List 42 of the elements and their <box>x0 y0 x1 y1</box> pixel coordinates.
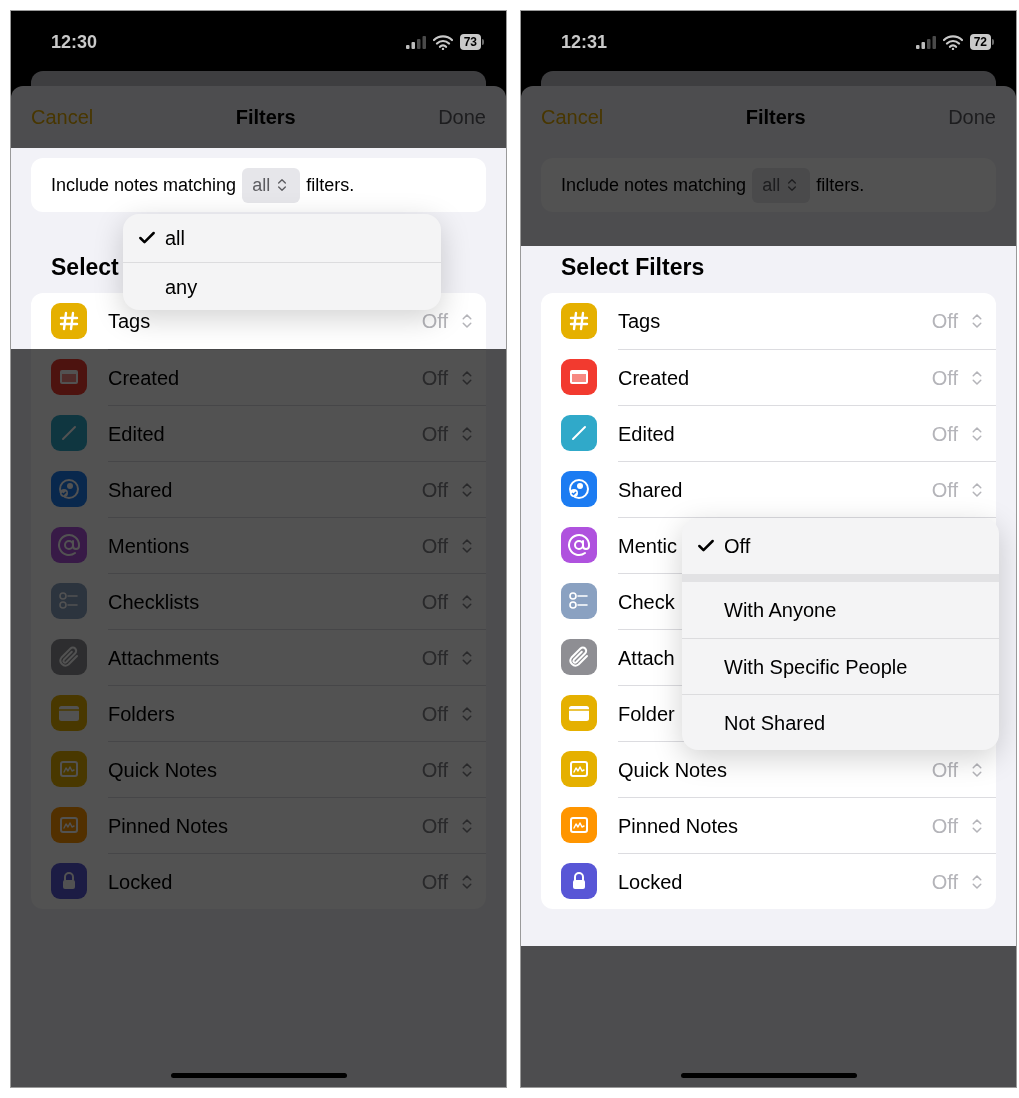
filter-label: Quick Notes <box>618 757 727 783</box>
status-time: 12:30 <box>51 30 98 54</box>
filter-label: Tags <box>108 309 151 334</box>
filter-label: Created <box>618 365 690 391</box>
filter-label: Locked <box>618 869 683 895</box>
filter-value: Off <box>931 309 958 334</box>
match-label: Include notes matching <box>51 173 237 197</box>
filter-value: Off <box>931 365 958 391</box>
filter-label: Check <box>618 589 675 615</box>
status-time: 12:31 <box>561 30 608 54</box>
match-label: Include notes matching <box>561 173 747 197</box>
match-label: filters. <box>306 173 355 197</box>
section-heading: Select Filters <box>561 254 705 280</box>
filter-value: Off <box>931 421 958 447</box>
battery-indicator: 73 <box>459 34 481 50</box>
filter-label: Shared <box>618 477 683 503</box>
filter-label: Created <box>108 365 180 391</box>
filter-value: Off <box>931 477 958 503</box>
filter-label: Attachments <box>108 645 220 671</box>
filter-label: Pinned Notes <box>618 813 739 839</box>
filter-label: Locked <box>108 869 173 895</box>
filter-label: Mentic <box>618 533 677 559</box>
filter-label: Checklists <box>108 589 200 615</box>
filter-label: Edited <box>618 421 675 447</box>
filter-label: Attach <box>618 645 675 671</box>
filter-label: Edited <box>108 421 165 447</box>
sheet-title: Filters <box>235 105 296 130</box>
filter-value: Off <box>931 757 958 783</box>
filter-value: Off <box>421 309 448 334</box>
filter-value: Off <box>931 813 958 839</box>
filter-label: Pinned Notes <box>108 813 229 839</box>
filter-label: Tags <box>618 309 661 334</box>
filter-label: Mentions <box>108 533 190 559</box>
filter-label: Folder <box>618 701 675 727</box>
filter-value: Off <box>931 869 958 895</box>
sheet-title: Filters <box>745 105 806 130</box>
filter-label: Quick Notes <box>108 757 217 783</box>
match-label: filters. <box>816 173 865 197</box>
section-heading: Select <box>51 254 119 280</box>
filter-label: Folders <box>108 701 175 727</box>
battery-indicator: 72 <box>969 34 991 50</box>
filter-label: Shared <box>108 477 173 503</box>
